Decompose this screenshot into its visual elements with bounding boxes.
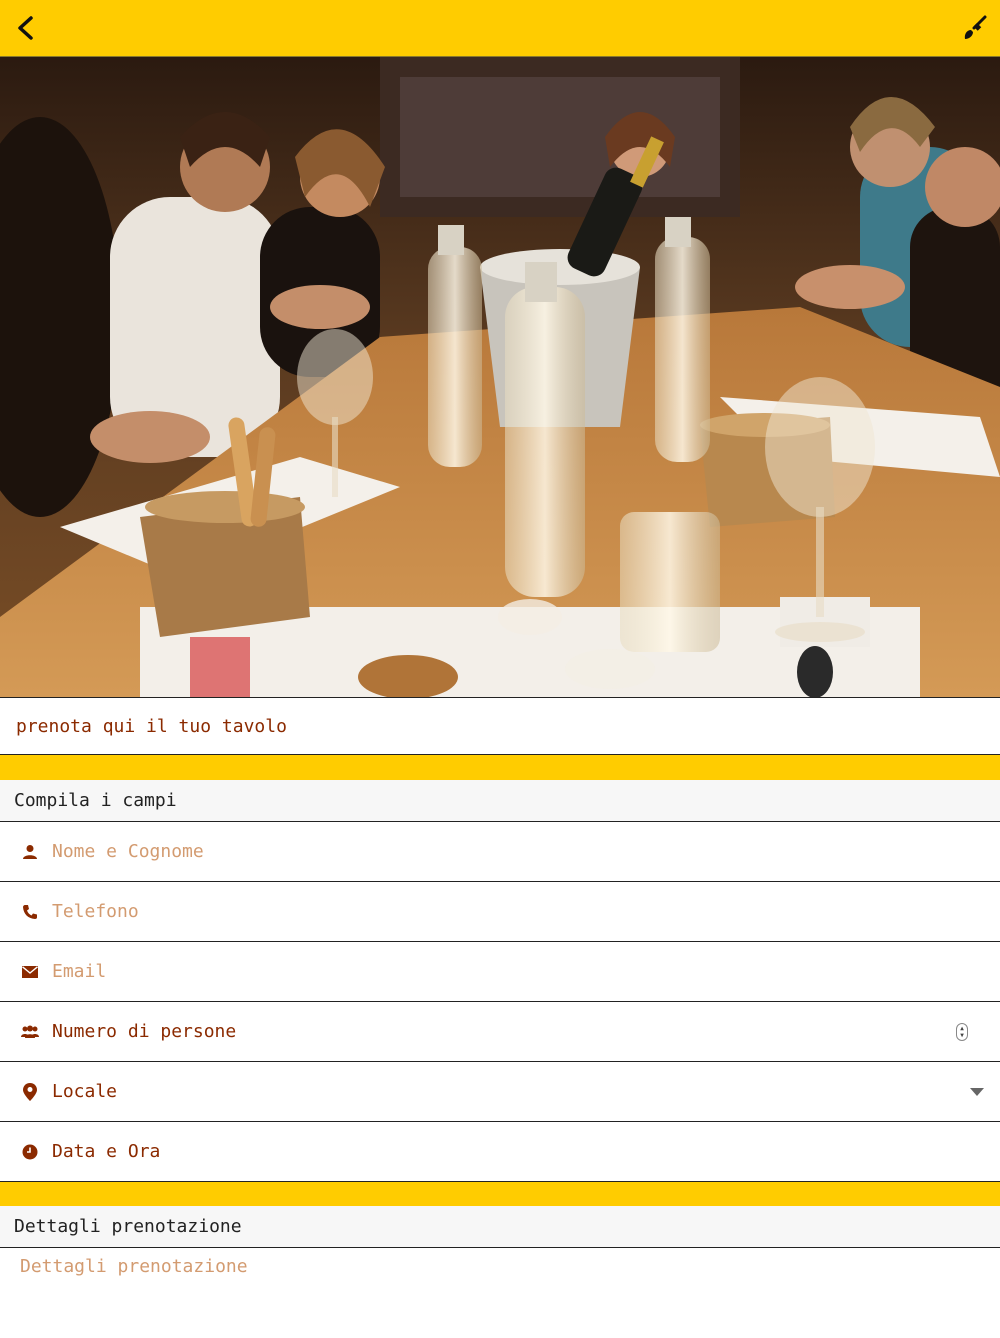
people-label: Numero di persone xyxy=(52,1021,237,1042)
people-stepper[interactable]: ▲ ▼ xyxy=(956,1022,968,1041)
back-button[interactable] xyxy=(6,8,46,48)
tagline-text: prenota qui il tuo tavolo xyxy=(16,715,287,737)
name-field-row[interactable] xyxy=(0,822,1000,882)
hero-image xyxy=(0,57,1000,697)
stepper-down-icon[interactable]: ▼ xyxy=(960,1032,964,1039)
phone-icon xyxy=(23,904,37,919)
group-icon xyxy=(21,1025,39,1038)
datetime-label: Data e Ora xyxy=(52,1141,161,1162)
email-field-row[interactable] xyxy=(0,942,1000,1002)
chevron-left-icon xyxy=(18,16,33,40)
form-section-title: Compila i campi xyxy=(14,790,177,811)
venue-label: Locale xyxy=(52,1081,118,1102)
section-separator xyxy=(0,755,1000,780)
mail-icon xyxy=(22,965,38,978)
clock-icon xyxy=(22,1144,38,1159)
stepper-up-icon[interactable]: ▲ xyxy=(960,1025,964,1032)
section-separator xyxy=(0,1182,1000,1207)
email-input[interactable] xyxy=(52,942,1000,1001)
name-input[interactable] xyxy=(52,822,1000,881)
phone-input[interactable] xyxy=(52,882,1000,941)
details-area xyxy=(0,1248,1000,1334)
details-section-title: Dettagli prenotazione xyxy=(14,1216,242,1237)
top-bar xyxy=(0,0,1000,57)
datetime-field-row[interactable]: Data e Ora xyxy=(0,1122,1000,1182)
map-pin-icon xyxy=(23,1082,37,1101)
restaurant-dinner-photo xyxy=(0,57,1000,697)
theme-button[interactable] xyxy=(956,10,992,46)
venue-field-row[interactable]: Locale xyxy=(0,1062,1000,1122)
tagline: prenota qui il tuo tavolo xyxy=(0,697,1000,755)
form-section-header: Compila i campi xyxy=(0,780,1000,822)
people-field-row[interactable]: Numero di persone ▲ ▼ xyxy=(0,1002,1000,1062)
paint-brush-icon xyxy=(964,15,987,39)
chevron-down-icon[interactable] xyxy=(970,1087,984,1096)
phone-field-row[interactable] xyxy=(0,882,1000,942)
details-textarea[interactable] xyxy=(0,1248,1000,1334)
user-icon xyxy=(23,844,37,859)
details-section-header: Dettagli prenotazione xyxy=(0,1206,1000,1248)
